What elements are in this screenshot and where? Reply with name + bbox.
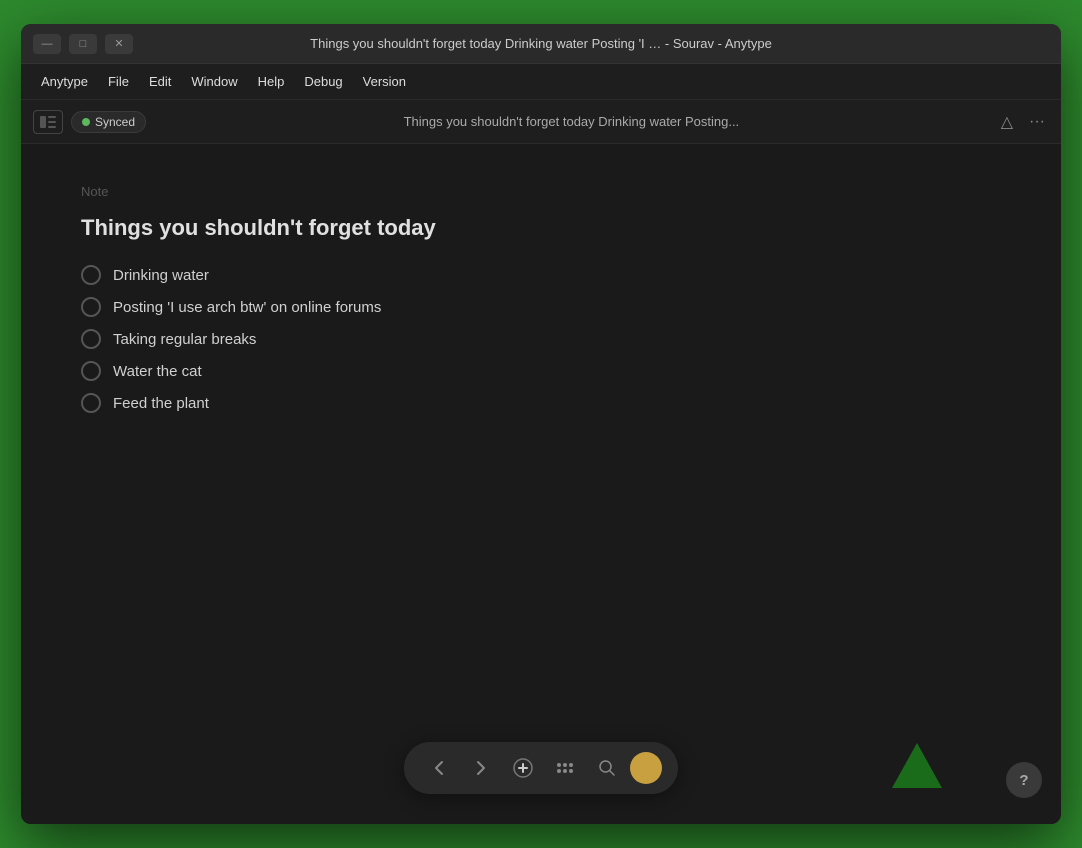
sync-dot-icon [82, 118, 90, 126]
help-button[interactable]: ? [1006, 762, 1042, 798]
add-icon [513, 758, 533, 778]
toolbar-page-title: Things you shouldn't forget today Drinki… [154, 114, 989, 129]
sidebar-icon [40, 116, 56, 128]
checkbox-5[interactable] [81, 393, 101, 413]
nav-forward-button[interactable] [462, 749, 500, 787]
menu-help[interactable]: Help [250, 70, 293, 93]
nav-search-button[interactable] [588, 749, 626, 787]
checkbox-1[interactable] [81, 265, 101, 285]
dots-grid-icon [557, 763, 573, 773]
checklist-item-2[interactable]: Posting 'I use arch btw' on online forum… [81, 297, 1001, 317]
nav-back-button[interactable] [420, 749, 458, 787]
checkbox-3[interactable] [81, 329, 101, 349]
sync-label: Synced [95, 115, 135, 129]
checklist-item-3[interactable]: Taking regular breaks [81, 329, 1001, 349]
menu-window[interactable]: Window [183, 70, 245, 93]
user-avatar[interactable] [630, 752, 662, 784]
main-content: Note Things you shouldn't forget today D… [21, 144, 1061, 824]
back-icon [434, 760, 444, 776]
nav-dots-button[interactable] [546, 749, 584, 787]
checklist-text-5: Feed the plant [113, 395, 209, 412]
checklist-text-2: Posting 'I use arch btw' on online forum… [113, 299, 381, 316]
menu-version[interactable]: Version [355, 70, 414, 93]
checkbox-4[interactable] [81, 361, 101, 381]
close-button[interactable]: ✕ [105, 34, 133, 54]
bottom-navigation [404, 742, 678, 794]
window-title: Things you shouldn't forget today Drinki… [310, 36, 772, 51]
title-bar: Things you shouldn't forget today Drinki… [21, 24, 1061, 64]
menu-anytype[interactable]: Anytype [33, 70, 96, 93]
checklist-text-3: Taking regular breaks [113, 331, 256, 348]
menu-bar: Anytype File Edit Window Help Debug Vers… [21, 64, 1061, 100]
checklist-item-5[interactable]: Feed the plant [81, 393, 1001, 413]
checklist-item-4[interactable]: Water the cat [81, 361, 1001, 381]
sync-status: Synced [71, 111, 146, 133]
toolbar: Synced Things you shouldn't forget today… [21, 100, 1061, 144]
checklist: Drinking water Posting 'I use arch btw' … [81, 265, 1001, 413]
menu-edit[interactable]: Edit [141, 70, 179, 93]
more-button[interactable]: ··· [1025, 109, 1049, 135]
nav-add-button[interactable] [504, 749, 542, 787]
window-controls: — □ ✕ [33, 34, 133, 54]
note-title[interactable]: Things you shouldn't forget today [81, 215, 1001, 241]
toolbar-actions: △ ··· [997, 108, 1049, 136]
sidebar-toggle-button[interactable] [33, 110, 63, 134]
alert-button[interactable]: △ [997, 108, 1017, 136]
minimize-button[interactable]: — [33, 34, 61, 54]
checklist-text-1: Drinking water [113, 267, 209, 284]
checklist-text-4: Water the cat [113, 363, 202, 380]
note-type-label: Note [81, 184, 1001, 199]
maximize-button[interactable]: □ [69, 34, 97, 54]
checklist-item-1[interactable]: Drinking water [81, 265, 1001, 285]
menu-file[interactable]: File [100, 70, 137, 93]
search-icon [598, 759, 616, 777]
forward-icon [476, 760, 486, 776]
menu-debug[interactable]: Debug [296, 70, 350, 93]
checkbox-2[interactable] [81, 297, 101, 317]
app-window: Things you shouldn't forget today Drinki… [21, 24, 1061, 824]
